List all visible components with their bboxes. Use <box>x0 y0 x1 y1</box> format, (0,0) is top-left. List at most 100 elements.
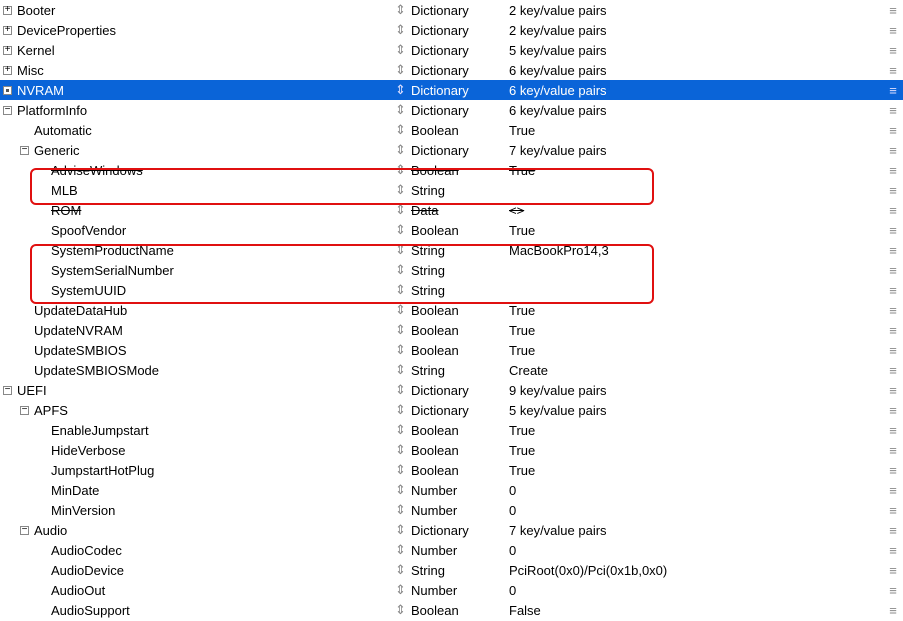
type-label[interactable]: Dictionary <box>411 43 509 58</box>
type-label[interactable]: Dictionary <box>411 63 509 78</box>
value-label[interactable]: 7 key/value pairs <box>509 143 883 158</box>
tree-row[interactable]: EnableJumpstart⇕BooleanTrue≡ <box>0 420 903 440</box>
sort-arrows-icon[interactable]: ⇕ <box>395 422 405 438</box>
tree-row[interactable]: AdviseWindows⇕BooleanTrue≡ <box>0 160 903 180</box>
key-label[interactable]: JumpstartHotPlug <box>51 463 154 478</box>
tree-row[interactable]: JumpstartHotPlug⇕BooleanTrue≡ <box>0 460 903 480</box>
tree-row[interactable]: UpdateNVRAM⇕BooleanTrue≡ <box>0 320 903 340</box>
key-label[interactable]: Generic <box>34 143 80 158</box>
type-label[interactable]: String <box>411 263 509 278</box>
key-label[interactable]: SystemProductName <box>51 243 174 258</box>
row-menu-icon[interactable]: ≡ <box>883 343 903 358</box>
type-label[interactable]: Boolean <box>411 463 509 478</box>
type-label[interactable]: Number <box>411 583 509 598</box>
key-label[interactable]: Automatic <box>34 123 92 138</box>
tree-row[interactable]: Misc⇕Dictionary6 key/value pairs≡ <box>0 60 903 80</box>
value-label[interactable]: True <box>509 163 883 178</box>
row-menu-icon[interactable]: ≡ <box>883 3 903 18</box>
tree-row[interactable]: PlatformInfo⇕Dictionary6 key/value pairs… <box>0 100 903 120</box>
row-menu-icon[interactable]: ≡ <box>883 263 903 278</box>
type-label[interactable]: String <box>411 363 509 378</box>
row-menu-icon[interactable]: ≡ <box>883 63 903 78</box>
row-menu-icon[interactable]: ≡ <box>883 223 903 238</box>
tree-row[interactable]: SystemUUID⇕String≡ <box>0 280 903 300</box>
tree-row[interactable]: MinDate⇕Number0≡ <box>0 480 903 500</box>
sort-arrows-icon[interactable]: ⇕ <box>395 182 405 198</box>
row-menu-icon[interactable]: ≡ <box>883 423 903 438</box>
sort-arrows-icon[interactable]: ⇕ <box>395 202 405 218</box>
sort-arrows-icon[interactable]: ⇕ <box>395 222 405 238</box>
row-menu-icon[interactable]: ≡ <box>883 303 903 318</box>
sort-arrows-icon[interactable]: ⇕ <box>395 302 405 318</box>
row-menu-icon[interactable]: ≡ <box>883 183 903 198</box>
row-menu-icon[interactable]: ≡ <box>883 383 903 398</box>
type-label[interactable]: Boolean <box>411 423 509 438</box>
sort-arrows-icon[interactable]: ⇕ <box>395 162 405 178</box>
key-label[interactable]: Booter <box>17 3 55 18</box>
sort-arrows-icon[interactable]: ⇕ <box>395 102 405 118</box>
collapse-icon[interactable] <box>3 386 12 395</box>
expand-icon[interactable] <box>3 46 12 55</box>
value-label[interactable]: True <box>509 123 883 138</box>
type-label[interactable]: String <box>411 243 509 258</box>
row-menu-icon[interactable]: ≡ <box>883 483 903 498</box>
type-label[interactable]: String <box>411 563 509 578</box>
tree-row[interactable]: UpdateSMBIOSMode⇕StringCreate≡ <box>0 360 903 380</box>
row-menu-icon[interactable]: ≡ <box>883 203 903 218</box>
type-label[interactable]: Dictionary <box>411 23 509 38</box>
type-label[interactable]: Boolean <box>411 303 509 318</box>
tree-row[interactable]: ROM⇕Data<>≡ <box>0 200 903 220</box>
key-label[interactable]: UEFI <box>17 383 47 398</box>
value-label[interactable]: MacBookPro14,3 <box>509 243 883 258</box>
type-label[interactable]: Number <box>411 483 509 498</box>
type-label[interactable]: Dictionary <box>411 523 509 538</box>
sort-arrows-icon[interactable]: ⇕ <box>395 282 405 298</box>
type-label[interactable]: Boolean <box>411 443 509 458</box>
row-menu-icon[interactable]: ≡ <box>883 163 903 178</box>
expand-icon[interactable] <box>3 6 12 15</box>
value-label[interactable]: PciRoot(0x0)/Pci(0x1b,0x0) <box>509 563 883 578</box>
type-label[interactable]: Boolean <box>411 323 509 338</box>
value-label[interactable]: 5 key/value pairs <box>509 43 883 58</box>
value-label[interactable]: True <box>509 423 883 438</box>
value-label[interactable]: True <box>509 443 883 458</box>
row-menu-icon[interactable]: ≡ <box>883 603 903 618</box>
tree-row[interactable]: UpdateDataHub⇕BooleanTrue≡ <box>0 300 903 320</box>
sort-arrows-icon[interactable]: ⇕ <box>395 62 405 78</box>
key-label[interactable]: MLB <box>51 183 78 198</box>
tree-row[interactable]: AudioCodec⇕Number0≡ <box>0 540 903 560</box>
type-label[interactable]: Number <box>411 503 509 518</box>
collapse-icon[interactable] <box>20 146 29 155</box>
key-label[interactable]: HideVerbose <box>51 443 125 458</box>
key-label[interactable]: AdviseWindows <box>51 163 143 178</box>
key-label[interactable]: AudioDevice <box>51 563 124 578</box>
key-label[interactable]: UpdateDataHub <box>34 303 127 318</box>
type-label[interactable]: String <box>411 283 509 298</box>
tree-row[interactable]: UpdateSMBIOS⇕BooleanTrue≡ <box>0 340 903 360</box>
key-label[interactable]: AudioCodec <box>51 543 122 558</box>
type-label[interactable]: Dictionary <box>411 403 509 418</box>
type-label[interactable]: Dictionary <box>411 143 509 158</box>
value-label[interactable]: 6 key/value pairs <box>509 103 883 118</box>
tree-row[interactable]: AudioDevice⇕StringPciRoot(0x0)/Pci(0x1b,… <box>0 560 903 580</box>
value-label[interactable]: 2 key/value pairs <box>509 23 883 38</box>
value-label[interactable]: False <box>509 603 883 618</box>
value-label[interactable]: True <box>509 323 883 338</box>
sort-arrows-icon[interactable]: ⇕ <box>395 582 405 598</box>
key-label[interactable]: Kernel <box>17 43 55 58</box>
sort-arrows-icon[interactable]: ⇕ <box>395 502 405 518</box>
value-label[interactable]: 0 <box>509 503 883 518</box>
value-label[interactable]: 0 <box>509 483 883 498</box>
value-label[interactable]: True <box>509 463 883 478</box>
collapse-icon[interactable] <box>20 526 29 535</box>
value-label[interactable]: <> <box>509 203 883 218</box>
row-menu-icon[interactable]: ≡ <box>883 523 903 538</box>
tree-row[interactable]: Audio⇕Dictionary7 key/value pairs≡ <box>0 520 903 540</box>
row-menu-icon[interactable]: ≡ <box>883 23 903 38</box>
value-label[interactable]: 7 key/value pairs <box>509 523 883 538</box>
row-menu-icon[interactable]: ≡ <box>883 123 903 138</box>
row-menu-icon[interactable]: ≡ <box>883 283 903 298</box>
row-menu-icon[interactable]: ≡ <box>883 83 903 98</box>
row-menu-icon[interactable]: ≡ <box>883 403 903 418</box>
sort-arrows-icon[interactable]: ⇕ <box>395 42 405 58</box>
